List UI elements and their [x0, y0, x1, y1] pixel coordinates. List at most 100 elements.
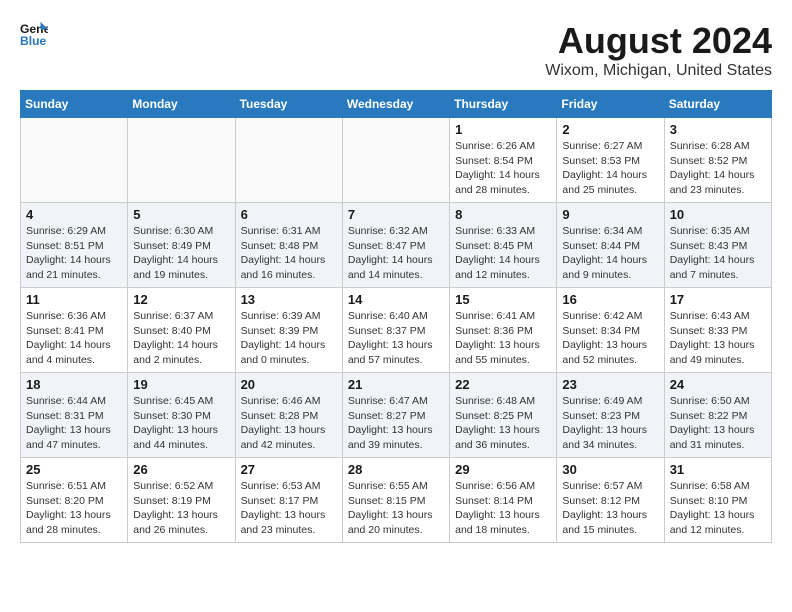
calendar-cell: 3 Sunrise: 6:28 AMSunset: 8:52 PMDaylight…	[664, 118, 771, 203]
calendar-cell: 14Sunrise: 6:40 AMSunset: 8:37 PMDayligh…	[342, 288, 449, 373]
day-info: Sunrise: 6:35 AMSunset: 8:43 PMDaylight:…	[670, 224, 766, 283]
weekday-header-saturday: Saturday	[664, 91, 771, 118]
day-info: Sunrise: 6:28 AMSunset: 8:52 PMDaylight:…	[670, 139, 766, 198]
calendar-cell: 7 Sunrise: 6:32 AMSunset: 8:47 PMDaylight…	[342, 203, 449, 288]
day-number: 21	[348, 377, 444, 392]
day-number: 2	[562, 122, 658, 137]
calendar-cell: 31 Sunrise: 6:58 AMSunset: 8:10 PMDayligh…	[664, 458, 771, 543]
day-number: 7	[348, 207, 444, 222]
weekday-header-row: SundayMondayTuesdayWednesdayThursdayFrid…	[21, 91, 772, 118]
day-info: Sunrise: 6:32 AMSunset: 8:47 PMDaylight:…	[348, 224, 444, 283]
day-info: Sunrise: 6:46 AMSunset: 8:28 PMDaylight:…	[241, 394, 337, 453]
calendar-cell	[342, 118, 449, 203]
calendar-cell: 28Sunrise: 6:55 AMSunset: 8:15 PMDayligh…	[342, 458, 449, 543]
calendar-cell: 29 Sunrise: 6:56 AMSunset: 8:14 PMDayligh…	[450, 458, 557, 543]
day-number: 6	[241, 207, 337, 222]
calendar-cell: 10Sunrise: 6:35 AMSunset: 8:43 PMDayligh…	[664, 203, 771, 288]
calendar-cell: 1 Sunrise: 6:26 AMSunset: 8:54 PMDaylight…	[450, 118, 557, 203]
day-info: Sunrise: 6:52 AMSunset: 8:19 PMDaylight:…	[133, 479, 229, 538]
day-number: 25	[26, 462, 122, 477]
day-info: Sunrise: 6:27 AMSunset: 8:53 PMDaylight:…	[562, 139, 658, 198]
calendar-cell: 11 Sunrise: 6:36 AMSunset: 8:41 PMDayligh…	[21, 288, 128, 373]
day-number: 27	[241, 462, 337, 477]
day-info: Sunrise: 6:36 AMSunset: 8:41 PMDaylight:…	[26, 309, 122, 368]
day-info: Sunrise: 6:57 AMSunset: 8:12 PMDaylight:…	[562, 479, 658, 538]
calendar-cell: 20Sunrise: 6:46 AMSunset: 8:28 PMDayligh…	[235, 373, 342, 458]
day-number: 31	[670, 462, 766, 477]
weekday-header-friday: Friday	[557, 91, 664, 118]
day-number: 13	[241, 292, 337, 307]
day-number: 18	[26, 377, 122, 392]
day-number: 1	[455, 122, 551, 137]
calendar-cell: 26 Sunrise: 6:52 AMSunset: 8:19 PMDayligh…	[128, 458, 235, 543]
calendar-cell: 27 Sunrise: 6:53 AMSunset: 8:17 PMDayligh…	[235, 458, 342, 543]
day-info: Sunrise: 6:40 AMSunset: 8:37 PMDaylight:…	[348, 309, 444, 368]
day-info: Sunrise: 6:45 AMSunset: 8:30 PMDaylight:…	[133, 394, 229, 453]
calendar-cell: 22 Sunrise: 6:48 AMSunset: 8:25 PMDayligh…	[450, 373, 557, 458]
calendar-cell	[21, 118, 128, 203]
day-info: Sunrise: 6:34 AMSunset: 8:44 PMDaylight:…	[562, 224, 658, 283]
calendar-cell: 8 Sunrise: 6:33 AMSunset: 8:45 PMDaylight…	[450, 203, 557, 288]
day-info: Sunrise: 6:51 AMSunset: 8:20 PMDaylight:…	[26, 479, 122, 538]
day-number: 8	[455, 207, 551, 222]
day-number: 17	[670, 292, 766, 307]
day-info: Sunrise: 6:39 AMSunset: 8:39 PMDaylight:…	[241, 309, 337, 368]
calendar-cell: 12 Sunrise: 6:37 AMSunset: 8:40 PMDayligh…	[128, 288, 235, 373]
weekday-header-sunday: Sunday	[21, 91, 128, 118]
day-info: Sunrise: 6:53 AMSunset: 8:17 PMDaylight:…	[241, 479, 337, 538]
week-row-5: 25 Sunrise: 6:51 AMSunset: 8:20 PMDayligh…	[21, 458, 772, 543]
calendar-cell: 13 Sunrise: 6:39 AMSunset: 8:39 PMDayligh…	[235, 288, 342, 373]
calendar-cell: 4 Sunrise: 6:29 AMSunset: 8:51 PMDaylight…	[21, 203, 128, 288]
calendar-table: SundayMondayTuesdayWednesdayThursdayFrid…	[20, 90, 772, 543]
location: Wixom, Michigan, United States	[545, 62, 772, 80]
day-info: Sunrise: 6:33 AMSunset: 8:45 PMDaylight:…	[455, 224, 551, 283]
day-number: 29	[455, 462, 551, 477]
day-info: Sunrise: 6:48 AMSunset: 8:25 PMDaylight:…	[455, 394, 551, 453]
calendar-cell: 21 Sunrise: 6:47 AMSunset: 8:27 PMDayligh…	[342, 373, 449, 458]
calendar-cell	[235, 118, 342, 203]
logo-icon: General Blue	[20, 20, 48, 48]
weekday-header-monday: Monday	[128, 91, 235, 118]
calendar-cell: 15Sunrise: 6:41 AMSunset: 8:36 PMDayligh…	[450, 288, 557, 373]
day-number: 30	[562, 462, 658, 477]
calendar-cell: 17 Sunrise: 6:43 AMSunset: 8:33 PMDayligh…	[664, 288, 771, 373]
calendar-cell: 25 Sunrise: 6:51 AMSunset: 8:20 PMDayligh…	[21, 458, 128, 543]
day-number: 5	[133, 207, 229, 222]
day-info: Sunrise: 6:44 AMSunset: 8:31 PMDaylight:…	[26, 394, 122, 453]
month-title: August 2024	[545, 20, 772, 62]
svg-text:Blue: Blue	[20, 34, 47, 48]
title-block: August 2024 Wixom, Michigan, United Stat…	[545, 20, 772, 80]
calendar-cell: 6 Sunrise: 6:31 AMSunset: 8:48 PMDaylight…	[235, 203, 342, 288]
calendar-cell: 23 Sunrise: 6:49 AMSunset: 8:23 PMDayligh…	[557, 373, 664, 458]
day-number: 15	[455, 292, 551, 307]
day-number: 4	[26, 207, 122, 222]
day-info: Sunrise: 6:30 AMSunset: 8:49 PMDaylight:…	[133, 224, 229, 283]
day-number: 23	[562, 377, 658, 392]
week-row-4: 18 Sunrise: 6:44 AMSunset: 8:31 PMDayligh…	[21, 373, 772, 458]
day-number: 11	[26, 292, 122, 307]
calendar-cell: 5 Sunrise: 6:30 AMSunset: 8:49 PMDaylight…	[128, 203, 235, 288]
day-info: Sunrise: 6:37 AMSunset: 8:40 PMDaylight:…	[133, 309, 229, 368]
day-info: Sunrise: 6:29 AMSunset: 8:51 PMDaylight:…	[26, 224, 122, 283]
day-info: Sunrise: 6:47 AMSunset: 8:27 PMDaylight:…	[348, 394, 444, 453]
day-number: 12	[133, 292, 229, 307]
day-info: Sunrise: 6:43 AMSunset: 8:33 PMDaylight:…	[670, 309, 766, 368]
calendar-cell: 24Sunrise: 6:50 AMSunset: 8:22 PMDayligh…	[664, 373, 771, 458]
day-info: Sunrise: 6:58 AMSunset: 8:10 PMDaylight:…	[670, 479, 766, 538]
day-number: 22	[455, 377, 551, 392]
calendar-cell: 16Sunrise: 6:42 AMSunset: 8:34 PMDayligh…	[557, 288, 664, 373]
logo: General Blue	[20, 20, 48, 48]
day-info: Sunrise: 6:56 AMSunset: 8:14 PMDaylight:…	[455, 479, 551, 538]
page-header: General Blue August 2024 Wixom, Michigan…	[20, 20, 772, 80]
day-number: 19	[133, 377, 229, 392]
day-info: Sunrise: 6:49 AMSunset: 8:23 PMDaylight:…	[562, 394, 658, 453]
day-number: 24	[670, 377, 766, 392]
day-info: Sunrise: 6:26 AMSunset: 8:54 PMDaylight:…	[455, 139, 551, 198]
day-number: 16	[562, 292, 658, 307]
weekday-header-thursday: Thursday	[450, 91, 557, 118]
week-row-3: 11 Sunrise: 6:36 AMSunset: 8:41 PMDayligh…	[21, 288, 772, 373]
day-number: 9	[562, 207, 658, 222]
day-info: Sunrise: 6:31 AMSunset: 8:48 PMDaylight:…	[241, 224, 337, 283]
day-number: 26	[133, 462, 229, 477]
day-number: 3	[670, 122, 766, 137]
